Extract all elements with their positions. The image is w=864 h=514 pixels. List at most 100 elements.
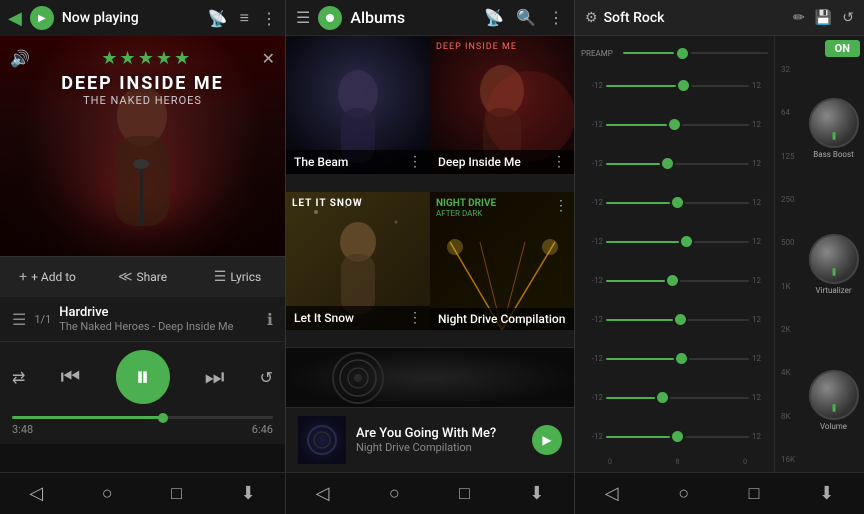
shuffle-button[interactable]: ⇄ bbox=[12, 368, 25, 387]
lyrics-icon: ☰ bbox=[214, 269, 227, 285]
eq-nav-bar: ◁ ○ □ ⬇ bbox=[575, 472, 864, 514]
nav-back[interactable]: ◁ bbox=[13, 479, 59, 508]
nowplaying-panel: ◀ ▶ Now playing 📡 ≡ ⋮ bbox=[0, 0, 285, 514]
nav-down[interactable]: ⬇ bbox=[225, 479, 272, 508]
cast-icon[interactable]: 📡 bbox=[208, 9, 228, 28]
eq-slider-3[interactable] bbox=[606, 158, 749, 169]
pause-button[interactable]: ⏸ bbox=[116, 350, 170, 404]
album-card-beam[interactable]: The Beam ⋮ bbox=[286, 36, 430, 174]
nav-square[interactable]: □ bbox=[155, 479, 198, 508]
album-art: 🔊 ★★★★★ ✕ DEEP INSIDE ME THE NAKED HEROE… bbox=[0, 36, 285, 256]
albums-header-icons: 📡 🔍 ⋮ bbox=[484, 8, 564, 27]
eq-row-5: -12 12 bbox=[575, 228, 774, 256]
nav-home[interactable]: ○ bbox=[86, 479, 129, 508]
eq-row-3: -12 12 bbox=[575, 150, 774, 178]
equalizer-icon[interactable]: ≡ bbox=[240, 8, 249, 28]
eq-slider-1[interactable] bbox=[606, 80, 749, 91]
prev-button[interactable]: ⏮ bbox=[61, 365, 81, 390]
close-icon[interactable]: ✕ bbox=[262, 49, 275, 68]
play-status-icon[interactable]: ▶ bbox=[30, 6, 54, 30]
nav-down-eq[interactable]: ⬇ bbox=[803, 479, 850, 508]
eq-knobs-section: ON 32 64 125 250 500 1K 2K 4K 8K 16K bbox=[774, 36, 864, 472]
albums-nav-bar: ◁ ○ □ ⬇ bbox=[286, 472, 574, 514]
nav-home-eq[interactable]: ○ bbox=[662, 479, 705, 508]
back-icon[interactable]: ◀ bbox=[8, 8, 22, 29]
equalizer-panel: ⚙ Soft Rock ✏ 💾 ↺ PREAMP bbox=[574, 0, 864, 514]
bottom-play-button[interactable]: ▶ bbox=[532, 425, 562, 455]
more-albums-icon[interactable]: ⋮ bbox=[548, 8, 564, 27]
album-snow-more[interactable]: ⋮ bbox=[408, 310, 422, 326]
eq-slider-5[interactable] bbox=[606, 236, 749, 247]
preamp-slider[interactable] bbox=[623, 48, 768, 59]
eq-slider-2[interactable] bbox=[606, 119, 749, 130]
play-icon: ▶ bbox=[542, 433, 551, 447]
eq-row-7: -12 12 bbox=[575, 306, 774, 334]
bass-boost-knob[interactable] bbox=[809, 98, 859, 148]
progress-bar[interactable] bbox=[12, 416, 273, 419]
eq-row-8: -12 12 bbox=[575, 345, 774, 373]
nav-square-eq[interactable]: □ bbox=[733, 479, 776, 508]
albums-bottom-item[interactable]: Are You Going With Me? Night Drive Compi… bbox=[286, 407, 574, 472]
albums-header: ☰ Albums 📡 🔍 ⋮ bbox=[286, 0, 574, 36]
eq-header: ⚙ Soft Rock ✏ 💾 ↺ bbox=[575, 0, 864, 36]
album-card-night[interactable]: NIGHT DRIVE AFTER DARK ⋮ Night Drive Com… bbox=[430, 192, 574, 330]
repeat-button[interactable]: ↺ bbox=[260, 368, 273, 387]
more-icon[interactable]: ⋮ bbox=[261, 9, 277, 28]
eq-header-icons: ✏ 💾 ↺ bbox=[793, 10, 854, 26]
add-to-button[interactable]: + + Add to bbox=[0, 265, 95, 289]
eq-on-button[interactable]: ON bbox=[825, 40, 860, 57]
eq-slider-10[interactable] bbox=[606, 431, 749, 442]
progress-section: 3:48 6:46 bbox=[0, 412, 285, 444]
volume-icon[interactable]: 🔊 bbox=[10, 49, 30, 68]
volume-knob[interactable] bbox=[809, 370, 859, 420]
album-card-deep[interactable]: DEEP INSIDE ME Deep Inside Me ⋮ bbox=[430, 36, 574, 174]
eq-preset: Soft Rock bbox=[604, 10, 788, 26]
lyrics-button[interactable]: ☰ Lyrics bbox=[190, 265, 285, 289]
nav-back-albums[interactable]: ◁ bbox=[300, 479, 346, 508]
nowplaying-header: ◀ ▶ Now playing 📡 ≡ ⋮ bbox=[0, 0, 285, 36]
eq-slider-6[interactable] bbox=[606, 275, 749, 286]
eq-slider-rows: -12 12 -12 12 bbox=[575, 66, 774, 456]
star-rating[interactable]: ★★★★★ bbox=[101, 48, 190, 69]
freq-labels-row: 0 8 0 bbox=[575, 456, 774, 468]
song-overlay: 🔊 ★★★★★ ✕ DEEP INSIDE ME THE NAKED HEROE… bbox=[0, 48, 285, 107]
eq-slider-8[interactable] bbox=[606, 353, 749, 364]
album-card-unknown[interactable] bbox=[286, 347, 574, 407]
pause-icon: ⏸ bbox=[135, 360, 149, 394]
album-deep-more[interactable]: ⋮ bbox=[552, 154, 566, 170]
knob-indicator-vol bbox=[832, 404, 835, 412]
nav-down-albums[interactable]: ⬇ bbox=[513, 479, 560, 508]
eq-slider-9[interactable] bbox=[606, 392, 749, 403]
current-time: 3:48 bbox=[12, 423, 33, 436]
eq-pen-icon[interactable]: ✏ bbox=[793, 10, 805, 26]
virtualizer-label: Virtualizer bbox=[815, 286, 851, 295]
search-icon[interactable]: 🔍 bbox=[516, 8, 536, 27]
volume-label: Volume bbox=[820, 422, 847, 431]
nav-square-albums[interactable]: □ bbox=[443, 479, 486, 508]
queue-more-icon[interactable]: ℹ bbox=[267, 310, 273, 329]
share-button[interactable]: ≪ Share bbox=[95, 265, 190, 289]
album-beam-more[interactable]: ⋮ bbox=[408, 154, 422, 170]
next-button[interactable]: ⏭ bbox=[205, 365, 225, 390]
app-logo bbox=[318, 6, 342, 30]
eq-reset-icon[interactable]: ↺ bbox=[842, 10, 854, 26]
hamburger-icon[interactable]: ☰ bbox=[296, 8, 310, 27]
queue-track-info: Hardrive The Naked Heroes - Deep Inside … bbox=[59, 305, 259, 333]
cast-albums-icon[interactable]: 📡 bbox=[484, 8, 504, 27]
eq-save-icon[interactable]: 💾 bbox=[815, 10, 832, 26]
eq-sliders-section: PREAMP -12 12 bbox=[575, 36, 774, 472]
virtualizer-knob[interactable] bbox=[809, 234, 859, 284]
nav-back-eq[interactable]: ◁ bbox=[589, 479, 635, 508]
albums-panel: ☰ Albums 📡 🔍 ⋮ bbox=[285, 0, 574, 514]
nav-home-albums[interactable]: ○ bbox=[373, 479, 416, 508]
eq-slider-7[interactable] bbox=[606, 314, 749, 325]
song-subtitle: THE NAKED HEROES bbox=[0, 94, 285, 107]
album-label-snow: Let It Snow ⋮ bbox=[286, 306, 430, 330]
eq-scale-knobs: 32 64 125 250 500 1K 2K 4K 8K 16K bbox=[779, 61, 860, 468]
night-more[interactable]: ⋮ bbox=[554, 198, 568, 214]
album-card-snow[interactable]: LET IT SNOW Let It Snow ⋮ bbox=[286, 192, 430, 330]
eq-settings-icon[interactable]: ⚙ bbox=[585, 10, 598, 26]
add-icon: + bbox=[19, 269, 27, 285]
db-scale-column: 32 64 125 250 500 1K 2K 4K 8K 16K bbox=[779, 61, 807, 468]
eq-slider-4[interactable] bbox=[606, 197, 749, 208]
